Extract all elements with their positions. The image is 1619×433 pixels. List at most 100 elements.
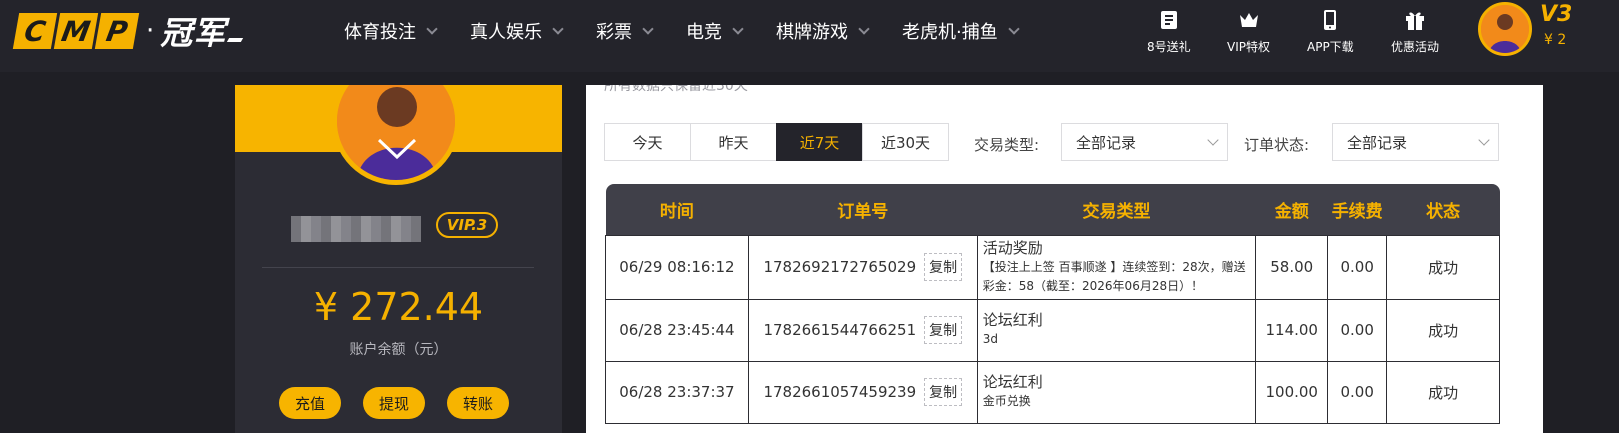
phone-icon: [1324, 10, 1337, 30]
logo-name: 冠军: [160, 14, 227, 52]
cell-order-id: 1782661544766251 复制: [747, 298, 978, 362]
nav-item-card-games[interactable]: 棋牌游戏: [776, 18, 870, 44]
cell-status: 成功: [1386, 298, 1500, 362]
logo-tile: P: [94, 13, 140, 49]
order-status-select[interactable]: 全部记录: [1332, 123, 1499, 161]
account-balance: ¥ 272.44: [313, 285, 484, 329]
range-last-30-days[interactable]: 近30天: [862, 123, 949, 161]
chevron-down-icon: [858, 22, 870, 35]
crown-icon: [1239, 13, 1258, 27]
nav-item-label: 棋牌游戏: [776, 22, 848, 43]
cell-amount: 58.00: [1255, 234, 1329, 300]
transaction-table: 时间 订单号 交易类型 金额 手续费 状态 06/29 08:16:12 178…: [605, 184, 1500, 424]
quick-link-label: 8号送礼: [1147, 40, 1191, 54]
date-range-tabs: 今天 昨天 近7天 近30天: [604, 123, 949, 161]
type-title: 论坛红利: [982, 373, 1043, 391]
cell-time: 06/28 23:45:44: [605, 298, 749, 362]
username-masked: [291, 216, 421, 242]
divider: [262, 267, 534, 268]
quick-link-gift-8[interactable]: 8号送礼: [1147, 8, 1191, 55]
quick-link-label: 优惠活动: [1391, 40, 1440, 54]
cell-amount: 100.00: [1255, 360, 1329, 424]
cell-status: 成功: [1386, 360, 1500, 424]
avatar-image: [337, 85, 455, 180]
transaction-type-label: 交易类型:: [974, 136, 1040, 154]
type-detail: 【投注上上签 百事顺遂 】连续签到：28次，赠送彩金：58（截至：2026年06…: [982, 259, 1246, 293]
vip-badge: VIP.3: [436, 212, 498, 238]
cell-time: 06/28 23:37:37: [605, 360, 749, 424]
type-title: 活动奖励: [982, 238, 1043, 257]
chevron-down-icon: [642, 22, 654, 35]
logo-tile: M: [53, 13, 99, 49]
profile-card: VIP.3 ¥ 272.44 账户余额（元） 充值 提现 转账: [235, 85, 562, 433]
cell-fee: 0.00: [1327, 298, 1388, 362]
chevron-down-icon: [1008, 22, 1020, 35]
cell-status: 成功: [1386, 234, 1500, 300]
order-id-text: 1782692172765029: [763, 258, 917, 276]
column-header-order-id: 订单号: [748, 184, 978, 235]
nav-item-label: 体育投注: [344, 22, 416, 43]
quick-link-promotions[interactable]: 优惠活动: [1391, 8, 1439, 55]
range-last-7-days[interactable]: 近7天: [776, 123, 863, 161]
transfer-button[interactable]: 转账: [447, 387, 509, 419]
type-detail: 3d: [982, 332, 999, 346]
order-status-label: 订单状态:: [1244, 136, 1310, 154]
logo-tiles: C M P: [12, 13, 140, 49]
range-today[interactable]: 今天: [604, 123, 691, 161]
quick-link-app[interactable]: APP下载: [1307, 8, 1354, 55]
quick-link-label: APP下载: [1307, 40, 1354, 54]
column-header-type: 交易类型: [977, 184, 1256, 235]
header-balance: ¥ 2: [1544, 32, 1567, 48]
site-logo[interactable]: C M P · 冠军: [12, 13, 244, 52]
cell-time: 06/29 08:16:12: [605, 234, 749, 300]
copy-button[interactable]: 复制: [924, 316, 963, 344]
profile-avatar[interactable]: [332, 85, 460, 185]
avatar-image: [1481, 5, 1529, 53]
wallet-actions: 充值 提现 转账: [279, 387, 509, 419]
cell-type: 论坛红利 3d: [976, 298, 1257, 362]
logo-dash: [227, 38, 244, 42]
nav-item-esports[interactable]: 电竞: [686, 18, 744, 44]
transaction-type-select[interactable]: 全部记录: [1061, 123, 1228, 161]
header-avatar[interactable]: [1478, 2, 1532, 56]
transaction-type-value: 全部记录: [1076, 133, 1137, 152]
data-retention-note: 所有数据只保留近30天: [604, 85, 748, 94]
transaction-panel: 所有数据只保留近30天 今天 昨天 近7天 近30天 交易类型: 全部记录 订单…: [586, 85, 1543, 433]
type-detail: 金币兑换: [982, 394, 1031, 408]
type-title: 论坛红利: [982, 311, 1043, 329]
deposit-button[interactable]: 充值: [279, 387, 341, 419]
order-id-text: 1782661544766251: [763, 321, 917, 339]
cell-order-id: 1782692172765029 复制: [747, 234, 978, 300]
column-header-time: 时间: [605, 184, 749, 235]
nav-item-lottery[interactable]: 彩票: [596, 18, 654, 44]
logo-dot: ·: [146, 16, 155, 46]
cell-order-id: 1782661057459239 复制: [747, 360, 978, 424]
chevron-down-icon: [552, 22, 564, 35]
cell-fee: 0.00: [1327, 234, 1388, 300]
table-row: 06/29 08:16:12 1782692172765029 复制 活动奖励 …: [605, 234, 1500, 300]
quick-link-vip[interactable]: VIP特权: [1227, 8, 1270, 55]
top-bar: C M P · 冠军 体育投注 真人娱乐 彩票 电竞 棋牌游戏 老虎机·捕鱼 8…: [0, 0, 1619, 72]
gift-icon: [1406, 12, 1424, 30]
cell-type: 活动奖励 【投注上上签 百事顺遂 】连续签到：28次，赠送彩金：58（截至：20…: [976, 234, 1257, 300]
nav-item-sports[interactable]: 体育投注: [344, 18, 438, 44]
nav-item-live-casino[interactable]: 真人娱乐: [470, 18, 564, 44]
order-id-text: 1782661057459239: [763, 383, 917, 401]
nav-item-slots-fishing[interactable]: 老虎机·捕鱼: [902, 18, 1020, 44]
quick-link-label: VIP特权: [1227, 40, 1270, 54]
table-header-row: 时间 订单号 交易类型 金额 手续费 状态: [605, 184, 1500, 235]
order-status-value: 全部记录: [1347, 133, 1408, 152]
withdraw-button[interactable]: 提现: [363, 387, 425, 419]
copy-button[interactable]: 复制: [924, 378, 963, 406]
column-header-amount: 金额: [1255, 184, 1328, 235]
cell-amount: 114.00: [1255, 298, 1329, 362]
copy-button[interactable]: 复制: [924, 253, 963, 281]
range-yesterday[interactable]: 昨天: [690, 123, 777, 161]
ticket-icon: [1160, 11, 1177, 29]
main-nav: 体育投注 真人娱乐 彩票 电竞 棋牌游戏 老虎机·捕鱼: [344, 0, 1052, 62]
account-balance-label: 账户余额（元）: [349, 342, 448, 358]
chevron-down-icon: [732, 22, 744, 35]
column-header-status: 状态: [1386, 184, 1500, 235]
nav-item-label: 彩票: [596, 22, 632, 43]
chevron-down-icon: [1478, 134, 1490, 146]
